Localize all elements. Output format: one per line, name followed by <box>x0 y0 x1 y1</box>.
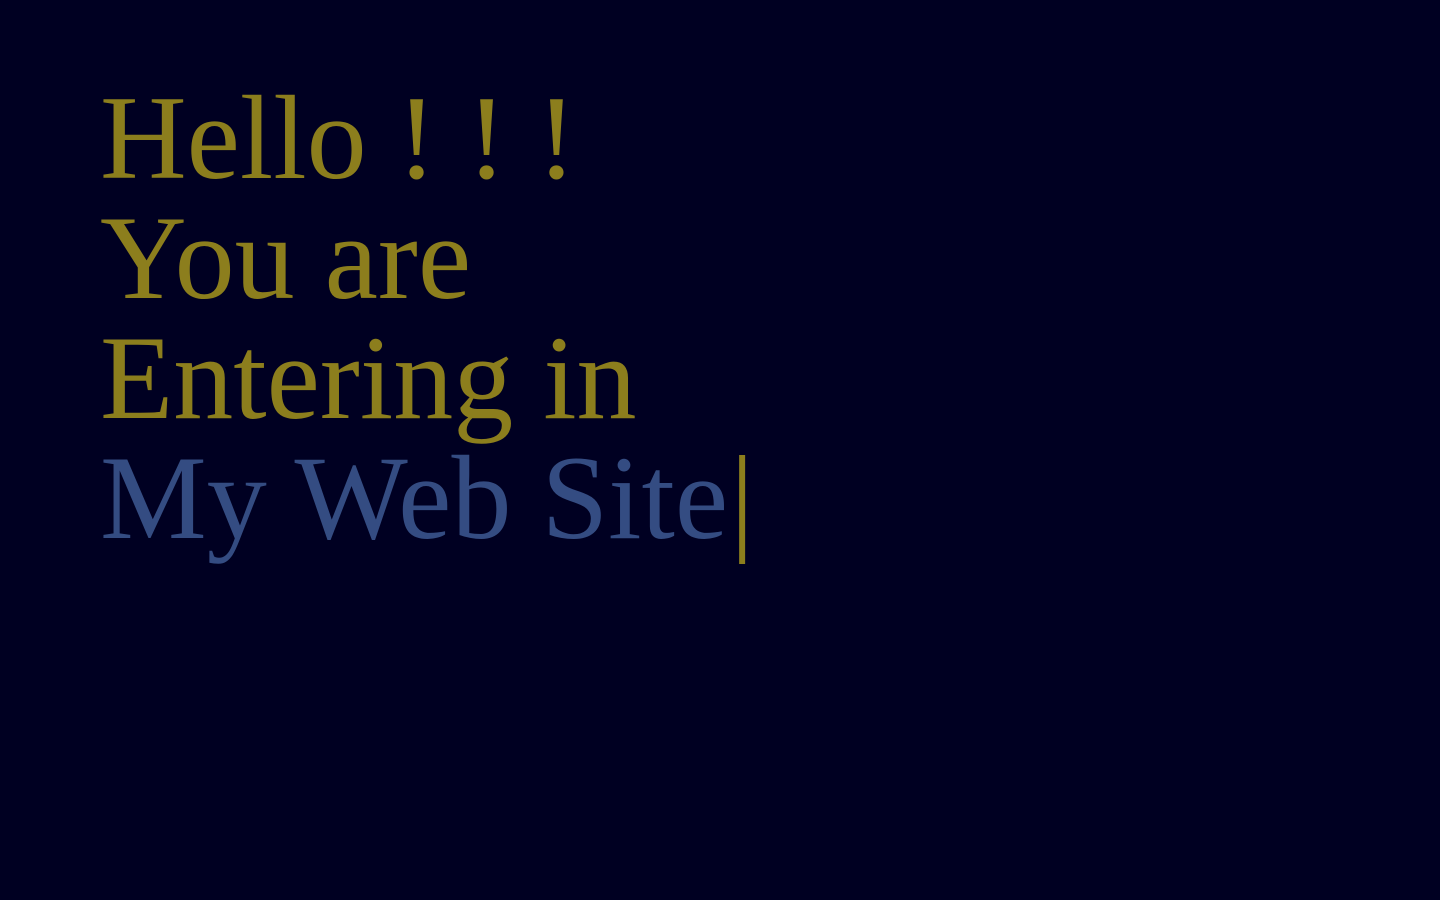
site-name-text: My Web Site <box>100 431 729 564</box>
greeting-line: Hello ! ! ! <box>100 71 577 204</box>
page: { "hero": { "line1": "Hello ! ! !", "lin… <box>0 0 1440 900</box>
you-are-line: You are <box>100 191 472 324</box>
typing-cursor: | <box>730 431 755 564</box>
typed-line: My Web Site| <box>100 438 754 558</box>
entering-line: Entering in <box>100 311 637 444</box>
welcome-heading: Hello ! ! ! You are Entering in My Web S… <box>100 78 754 558</box>
